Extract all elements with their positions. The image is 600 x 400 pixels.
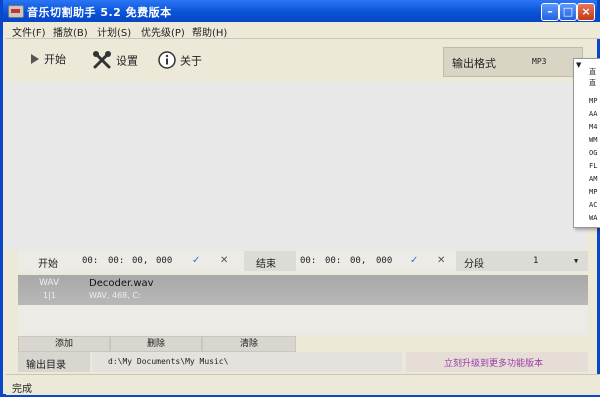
format-option[interactable]: AM [589,175,597,183]
title-bar[interactable]: 音乐切割助手 5.2 免费版本 – □ × [3,0,597,22]
format-dropdown-list[interactable]: ▼ 直 直 MP AA M4 WM OG FL AM MP AC WA [573,58,600,228]
segment-label: 分段 [464,259,484,270]
format-option[interactable]: WM [589,136,597,144]
status-text: 完成 [12,384,32,395]
settings-button[interactable]: 设置 [92,51,138,72]
menu-file[interactable]: 文件(F) [12,24,46,39]
start-time-label: 开始 [38,259,58,270]
end-hours[interactable]: 00: [300,256,316,266]
chevron-down-icon[interactable]: ▼ [574,257,578,265]
app-icon [8,5,24,18]
start-label: 开始 [44,53,66,66]
end-millis[interactable]: 000 [376,256,392,266]
output-format-label: 输出格式 [452,57,496,70]
menu-schedule[interactable]: 计划(S) [97,24,131,39]
upgrade-link[interactable]: 立刻升级到更多功能版本 [444,356,543,369]
settings-label: 设置 [116,54,138,68]
format-option[interactable]: MP [589,188,597,196]
waveform-area[interactable] [6,82,587,250]
menu-play[interactable]: 播放(B) [53,24,88,39]
format-option[interactable]: 直 [589,67,596,77]
about-label: 关于 [180,54,202,68]
segment-value: 1 [533,256,539,266]
output-format-select[interactable]: 输出格式 MP3 [443,47,583,77]
menu-priority[interactable]: 优先级(P) [141,24,185,39]
file-name: Decoder.wav [89,278,154,289]
maximize-button[interactable]: □ [559,3,577,21]
end-time-label: 结束 [256,259,276,270]
file-type: WAV [39,278,60,288]
file-info: WAV, 468, C: [89,291,141,300]
output-row: 输出目录 d:\My Documents\My Music\ 立刻升级到更多功能… [18,352,588,372]
end-clear-icon[interactable]: ✕ [437,255,445,266]
start-hours[interactable]: 00: [82,256,98,266]
format-option[interactable]: AC [589,201,597,209]
format-option[interactable]: MP [589,97,597,105]
end-minutes[interactable]: 00: [325,256,341,266]
format-option[interactable]: WA [589,214,597,222]
format-option[interactable]: OG [589,149,597,157]
menu-bar: 文件(F) 播放(B) 计划(S) 优先级(P) 帮助(H) [6,22,600,39]
chevron-down-icon[interactable]: ▼ [576,61,581,69]
start-clear-icon[interactable]: ✕ [220,255,228,266]
start-minutes[interactable]: 00: [108,256,124,266]
output-dir-label: 输出目录 [26,360,66,371]
start-confirm-icon[interactable]: ✓ [192,255,200,266]
output-format-value: MP3 [532,57,547,66]
status-bar: 完成 [6,374,600,395]
add-button[interactable]: 添加 [18,336,110,352]
end-seconds[interactable]: 00, [350,256,366,266]
end-confirm-icon[interactable]: ✓ [410,255,418,266]
close-button[interactable]: × [577,3,595,21]
output-path: d:\My Documents\My Music\ [108,357,229,366]
format-option[interactable]: M4 [589,123,597,131]
format-option[interactable]: 直 [589,78,596,88]
info-icon [158,51,176,72]
file-list-empty[interactable] [18,305,588,335]
menu-help[interactable]: 帮助(H) [192,24,227,39]
minimize-button[interactable]: – [541,3,559,21]
start-seconds[interactable]: 00, [132,256,148,266]
play-icon [30,53,40,68]
start-button[interactable]: 开始 [30,51,66,68]
start-millis[interactable]: 000 [156,256,172,266]
list-item[interactable]: WAV Decoder.wav 1|1 WAV, 468, C: [18,275,588,305]
time-controls: 开始 00: 00: 00, 000 ✓ ✕ 结束 00: 00: 00, 00… [18,251,588,271]
format-option[interactable]: FL [589,162,597,170]
format-option[interactable]: AA [589,110,597,118]
tools-icon [92,51,112,72]
about-button[interactable]: 关于 [158,51,202,72]
file-index: 1|1 [43,291,56,300]
clear-button[interactable]: 清除 [202,336,296,352]
delete-button[interactable]: 删除 [110,336,202,352]
window-title: 音乐切割助手 5.2 免费版本 [27,6,172,19]
